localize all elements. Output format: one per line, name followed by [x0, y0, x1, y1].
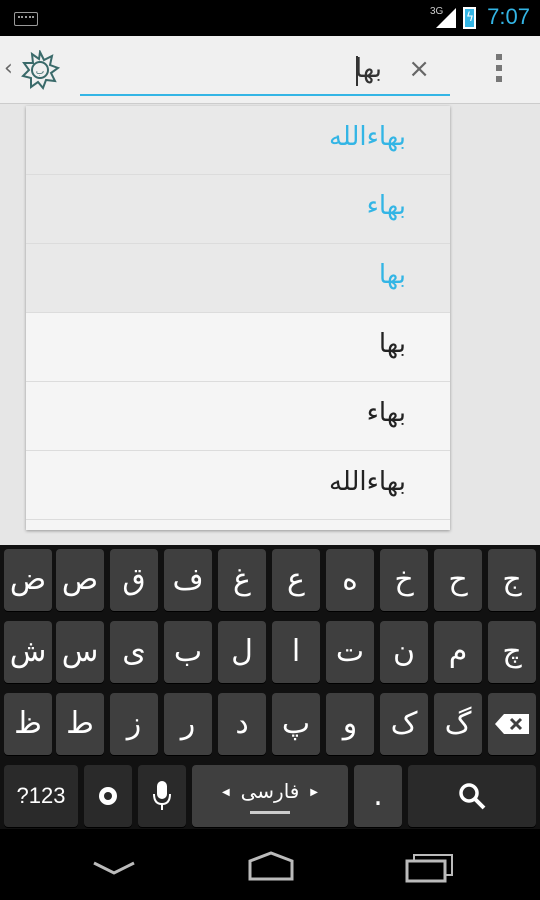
voice-key[interactable] [138, 765, 186, 827]
backspace-key[interactable] [488, 693, 536, 755]
microphone-icon [153, 781, 171, 810]
search-input[interactable]: بها × [80, 50, 450, 96]
action-bar: ‹ ب بها × [0, 36, 540, 104]
key[interactable]: ل [218, 621, 266, 683]
search-icon [459, 783, 486, 810]
key[interactable]: ح [434, 549, 482, 611]
key[interactable]: خ [380, 549, 428, 611]
app-logo-icon[interactable]: ب [20, 50, 60, 90]
suggestion-text: بها [378, 329, 406, 359]
settings-icon [99, 787, 117, 805]
suggestion-list: بهاءالله بهاء بها بها بهاء بهاءالله [26, 106, 450, 530]
key[interactable]: ظ [4, 693, 52, 755]
search-key[interactable] [408, 765, 536, 827]
suggestion-text: بهاء [366, 398, 406, 428]
close-icon[interactable]: × [408, 54, 430, 84]
clock: 7:07 [487, 4, 530, 29]
suggestion-item[interactable]: بهاء [26, 175, 450, 244]
key[interactable]: س [56, 621, 104, 683]
key[interactable]: ا [272, 621, 320, 683]
suggestion-item[interactable]: بها [26, 244, 450, 313]
language-label: فارسی [240, 779, 300, 803]
key[interactable]: ک [380, 693, 428, 755]
suggestion-text: بها [378, 260, 406, 290]
battery-icon [463, 7, 476, 29]
search-query: بها [354, 54, 382, 84]
back-icon[interactable] [92, 859, 136, 877]
key[interactable]: ب [164, 621, 212, 683]
status-bar: 3G 7:07 [0, 0, 540, 36]
spacebar-language-key[interactable]: ◀ فارسی ▶ [192, 765, 348, 827]
key[interactable]: ط [56, 693, 104, 755]
up-caret-icon[interactable]: ‹ [4, 56, 13, 81]
key[interactable]: ج [488, 549, 536, 611]
recents-icon[interactable] [404, 853, 456, 883]
soft-keyboard: ج ح خ ه ع غ ف ق ص ض چ م ن ت ا ل ب ی س ش … [0, 545, 540, 829]
suggestion-text: بهاءالله [328, 467, 406, 497]
key[interactable]: و [326, 693, 374, 755]
keyboard-icon [14, 12, 38, 26]
suggestion-item[interactable]: بهاءالله [26, 106, 450, 175]
suggestion-text: بهاءالله [328, 122, 406, 152]
key[interactable]: ز [110, 693, 158, 755]
suggestion-text: بهاء [366, 191, 406, 221]
key[interactable]: چ [488, 621, 536, 683]
overflow-menu-icon[interactable] [494, 54, 504, 88]
suggestion-item[interactable]: بهاءالله [26, 451, 450, 520]
key[interactable]: ض [4, 549, 52, 611]
key[interactable]: پ [272, 693, 320, 755]
key[interactable]: ر [164, 693, 212, 755]
key[interactable]: ت [326, 621, 374, 683]
key[interactable]: ن [380, 621, 428, 683]
key[interactable]: ع [272, 549, 320, 611]
key[interactable]: ف [164, 549, 212, 611]
home-icon[interactable] [244, 851, 298, 881]
key[interactable]: ش [4, 621, 52, 683]
key[interactable]: د [218, 693, 266, 755]
navigation-bar [0, 829, 540, 900]
period-key[interactable]: . [354, 765, 402, 827]
suggestion-item[interactable]: بهاء [26, 382, 450, 451]
numbers-key[interactable]: ?123 [4, 765, 78, 827]
key[interactable]: م [434, 621, 482, 683]
key[interactable]: غ [218, 549, 266, 611]
key[interactable]: ص [56, 549, 104, 611]
key[interactable]: ق [110, 549, 158, 611]
signal-icon [436, 8, 456, 28]
suggestion-item[interactable]: بها [26, 313, 450, 382]
svg-text:ب: ب [36, 67, 44, 77]
backspace-icon [495, 714, 529, 734]
settings-key[interactable] [84, 765, 132, 827]
key[interactable]: ی [110, 621, 158, 683]
key[interactable]: گ [434, 693, 482, 755]
key[interactable]: ه [326, 549, 374, 611]
